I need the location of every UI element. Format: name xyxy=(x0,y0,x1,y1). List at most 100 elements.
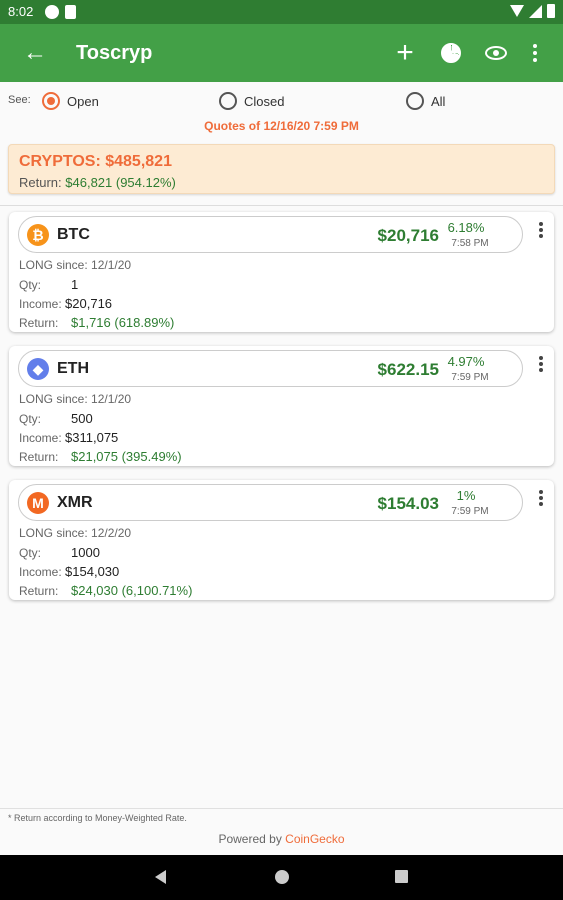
income-value: $154,030 xyxy=(65,564,120,579)
coin-change-percent: 4.97% xyxy=(447,354,485,369)
filter-open-label: Open xyxy=(67,93,99,109)
pie-chart-icon[interactable] xyxy=(436,38,466,68)
filter-closed-label: Closed xyxy=(244,93,285,109)
coin-header-pill[interactable]: ◆ ETH $622.15 4.97% 7:59 PM xyxy=(18,350,523,387)
status-time: 8:02 xyxy=(8,4,34,19)
filter-all-radio[interactable]: All xyxy=(406,92,445,110)
ethereum-icon: ◆ xyxy=(27,358,49,380)
nav-home-icon[interactable] xyxy=(275,870,289,884)
since-date: 12/1/20 xyxy=(91,258,132,272)
powered-by: Powered by CoinGecko xyxy=(0,832,563,846)
qty-value: 1 xyxy=(71,277,79,292)
coin-header-pill[interactable]: M XMR $154.03 1% 7:59 PM xyxy=(18,484,523,521)
coin-change-percent: 6.18% xyxy=(447,220,485,235)
notification-icon xyxy=(45,5,59,19)
long-since-label: LONG since: xyxy=(19,392,88,406)
return-label: Return: xyxy=(19,584,59,598)
return-value: $24,030 (6,100.71%) xyxy=(71,583,193,598)
coin-symbol: XMR xyxy=(57,494,93,511)
radio-checked-icon xyxy=(42,92,60,110)
filter-open-radio[interactable]: Open xyxy=(42,92,99,110)
coin-quote-time: 7:59 PM xyxy=(451,506,489,517)
since-date: 12/2/20 xyxy=(91,526,132,540)
income-value: $20,716 xyxy=(65,296,113,311)
return-value: $1,716 (618.89%) xyxy=(71,315,175,330)
portfolio-summary[interactable]: CRYPTOS: $485,821 Return: $46,821 (954.1… xyxy=(8,144,555,194)
bitcoin-icon: ₿ xyxy=(27,224,49,246)
add-icon[interactable]: + xyxy=(390,38,420,68)
signal-icon xyxy=(529,4,542,18)
long-since-label: LONG since: xyxy=(19,258,88,272)
nav-recents-icon[interactable] xyxy=(395,870,408,883)
income-row: Income: $311,075 xyxy=(19,430,118,445)
coin-header-pill[interactable]: ₿ BTC $20,716 6.18% 7:58 PM xyxy=(18,216,523,253)
income-label: Income: xyxy=(19,297,62,311)
summary-total: CRYPTOS: $485,821 xyxy=(19,153,172,170)
qty-value: 500 xyxy=(71,411,93,426)
return-label: Return: xyxy=(19,450,59,464)
coingecko-link[interactable]: CoinGecko xyxy=(285,832,344,846)
qty-row: Qty: 1000 xyxy=(19,545,100,560)
since-date: 12/1/20 xyxy=(91,392,132,406)
qty-value: 1000 xyxy=(71,545,100,560)
summary-return-value: $46,821 (954.12%) xyxy=(65,175,176,190)
eye-icon[interactable] xyxy=(481,38,511,68)
coin-price: $20,716 xyxy=(377,226,439,245)
monero-icon: M xyxy=(27,492,49,514)
position-since: LONG since: 12/2/20 xyxy=(19,526,131,540)
more-options-icon[interactable] xyxy=(520,38,550,68)
sd-card-icon xyxy=(65,5,76,19)
income-label: Income: xyxy=(19,431,62,445)
card-menu-icon[interactable] xyxy=(539,356,543,372)
income-row: Income: $154,030 xyxy=(19,564,119,579)
return-label: Return: xyxy=(19,316,59,330)
coin-price: $622.15 xyxy=(377,360,439,379)
divider xyxy=(0,205,563,206)
coin-symbol: BTC xyxy=(57,226,90,243)
position-since: LONG since: 12/1/20 xyxy=(19,258,131,272)
return-value: $21,075 (395.49%) xyxy=(71,449,182,464)
qty-label: Qty: xyxy=(19,546,42,560)
qty-label: Qty: xyxy=(19,278,42,292)
income-label: Income: xyxy=(19,565,62,579)
income-row: Income: $20,716 xyxy=(19,296,112,311)
back-arrow-icon[interactable]: ← xyxy=(20,38,50,68)
nav-back-icon[interactable] xyxy=(155,870,166,884)
app-title: Toscryp xyxy=(76,42,153,64)
coin-symbol: ETH xyxy=(57,360,89,377)
card-menu-icon[interactable] xyxy=(539,222,543,238)
filter-all-label: All xyxy=(431,93,446,109)
coin-quote-time: 7:59 PM xyxy=(451,372,489,383)
filter-closed-radio[interactable]: Closed xyxy=(219,92,284,110)
see-label: See: xyxy=(8,94,31,106)
income-value: $311,075 xyxy=(65,430,119,445)
qty-row: Qty: 500 xyxy=(19,411,93,426)
wifi-icon xyxy=(510,5,524,17)
qty-row: Qty: 1 xyxy=(19,277,78,292)
long-since-label: LONG since: xyxy=(19,526,88,540)
position-since: LONG since: 12/1/20 xyxy=(19,392,131,406)
radio-unchecked-icon xyxy=(219,92,237,110)
summary-return-label: Return: xyxy=(19,175,62,190)
app-bar: ← Toscryp + xyxy=(0,24,563,82)
battery-icon xyxy=(547,4,555,18)
coin-change-percent: 1% xyxy=(456,488,476,503)
coin-quote-time: 7:58 PM xyxy=(451,238,489,249)
radio-unchecked-icon xyxy=(406,92,424,110)
coin-card-eth[interactable]: ◆ ETH $622.15 4.97% 7:59 PM LONG since: … xyxy=(9,346,554,466)
powered-by-text: Powered by xyxy=(218,832,282,846)
system-nav-bar xyxy=(0,855,563,900)
footer-divider xyxy=(0,808,563,809)
qty-label: Qty: xyxy=(19,412,42,426)
quotes-timestamp: Quotes of 12/16/20 7:59 PM xyxy=(204,119,359,133)
return-row: Return: $21,075 (395.49%) xyxy=(19,449,182,464)
footnote: * Return according to Money-Weighted Rat… xyxy=(8,813,187,823)
coin-price: $154.03 xyxy=(377,494,439,513)
card-menu-icon[interactable] xyxy=(539,490,543,506)
return-row: Return: $24,030 (6,100.71%) xyxy=(19,583,192,598)
return-row: Return: $1,716 (618.89%) xyxy=(19,315,174,330)
coin-card-btc[interactable]: ₿ BTC $20,716 6.18% 7:58 PM LONG since: … xyxy=(9,212,554,332)
status-bar: 8:02 xyxy=(0,0,563,24)
summary-return: Return: $46,821 (954.12%) xyxy=(19,175,176,190)
coin-card-xmr[interactable]: M XMR $154.03 1% 7:59 PM LONG since: 12/… xyxy=(9,480,554,600)
